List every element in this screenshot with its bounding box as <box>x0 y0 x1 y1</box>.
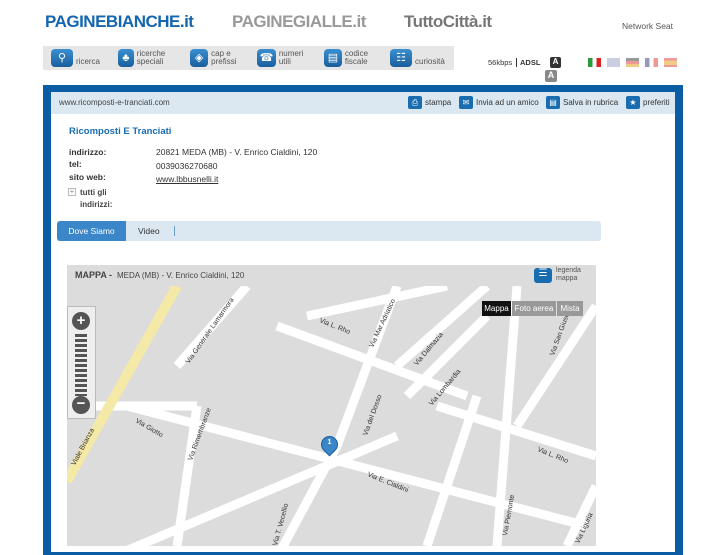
nav-codice-fiscale[interactable]: ▤ codice fiscale <box>324 49 384 67</box>
road <box>126 431 399 546</box>
expand-icon[interactable]: + <box>68 188 76 196</box>
flag-english[interactable] <box>607 58 620 67</box>
card-icon: ▤ <box>324 49 342 67</box>
phone-icon: ☎ <box>257 49 276 67</box>
star-icon: ★ <box>626 96 640 109</box>
paginegialle-logo[interactable]: PAGINEGIALLE.it <box>232 12 366 32</box>
font-size-large-button[interactable]: A <box>545 70 557 82</box>
map-title: MAPPA - <box>75 270 112 280</box>
tel-value: 0039036270680 <box>156 161 218 171</box>
map-type-mappa[interactable]: Mappa <box>482 301 511 316</box>
legend-icon[interactable]: ☰ <box>534 268 552 283</box>
globe-search-icon: ◈ <box>190 49 209 67</box>
favorites-button[interactable]: ★ preferiti <box>626 96 670 109</box>
address-value: 20821 MEDA (MB) - V. Enrico Cialdini, 12… <box>156 147 318 157</box>
all-addresses-link[interactable]: tutti gli indirizzi: <box>80 187 120 211</box>
tab-dove-siamo[interactable]: Dove Siamo <box>57 221 126 241</box>
print-button[interactable]: ⎙ stampa <box>408 96 451 109</box>
map-roads: Viale Brianza Via Giotto Via Rimembranze… <box>67 286 596 546</box>
save-contacts-button[interactable]: ▤ Salva in rubrica <box>546 96 618 109</box>
font-size-small-button[interactable]: A <box>550 57 561 68</box>
flag-spanish[interactable] <box>664 58 677 67</box>
flag-french[interactable] <box>645 58 658 67</box>
nav-numeri-utili[interactable]: ☎ numeri utili <box>257 49 312 67</box>
folder-icon: ▤ <box>546 96 560 109</box>
map-type-mista[interactable]: Mista <box>557 301 583 316</box>
marker-label: 1 <box>327 439 332 446</box>
book-icon: ☷ <box>390 49 412 67</box>
road <box>513 303 596 429</box>
zoom-slider[interactable] <box>75 334 87 396</box>
address-label: indirizzo: <box>69 147 107 157</box>
nav-cap-prefissi[interactable]: ◈ cap e prefissi <box>190 49 250 67</box>
street-label: Via Generale Lamarmora <box>185 297 236 365</box>
paginebianche-logo[interactable]: PAGINEBIANCHE.it <box>45 12 194 32</box>
map-subtitle: MEDA (MB) - V. Enrico Cialdini, 120 <box>117 271 245 280</box>
tel-label: tel: <box>69 159 82 169</box>
street-label: Via del Dosso <box>362 394 383 437</box>
network-seat-link[interactable]: Network Seat <box>622 21 673 31</box>
speed-56k[interactable]: 56kbps <box>488 58 512 67</box>
street-label: Via L. Rho <box>318 317 351 336</box>
zoom-in-button[interactable]: + <box>72 312 90 330</box>
map-canvas[interactable]: Viale Brianza Via Giotto Via Rimembranze… <box>67 286 596 546</box>
send-friend-button[interactable]: ✉ Invia ad un amico <box>459 96 539 109</box>
tab-video[interactable]: Video <box>138 226 175 236</box>
tuttocitta-logo[interactable]: TuttoCittà.it <box>404 12 492 32</box>
website-label: sito web: <box>69 172 106 182</box>
speed-adsl[interactable]: ADSL <box>516 58 540 67</box>
road <box>306 286 448 321</box>
print-icon: ⎙ <box>408 96 422 109</box>
flag-italian[interactable] <box>588 58 601 67</box>
street-label: Via Giotto <box>134 418 164 439</box>
flag-german[interactable] <box>626 58 639 67</box>
clover-icon: ♣ <box>118 49 134 67</box>
map-type-foto-aerea[interactable]: Foto aerea <box>512 301 556 316</box>
nav-ricerche-speciali[interactable]: ♣ ricerche speciali <box>118 49 178 67</box>
nav-curiosita[interactable]: ☷ curiosità <box>390 49 445 67</box>
website-link[interactable]: www.lbbusnelli.it <box>156 174 218 184</box>
envelope-icon: ✉ <box>459 96 473 109</box>
zoom-out-button[interactable]: − <box>72 396 90 414</box>
site-url: www.ricomposti-e-tranciati.com <box>59 98 170 107</box>
search-icon: ⚲ <box>51 49 73 67</box>
nav-ricerca[interactable]: ⚲ ricerca <box>51 49 100 67</box>
map-legend-link[interactable]: legenda mappa <box>556 267 590 283</box>
main-nav: ⚲ ricerca ♣ ricerche speciali ◈ cap e prefi… <box>43 46 454 70</box>
business-name: Ricomposti E Tranciati <box>69 126 172 137</box>
